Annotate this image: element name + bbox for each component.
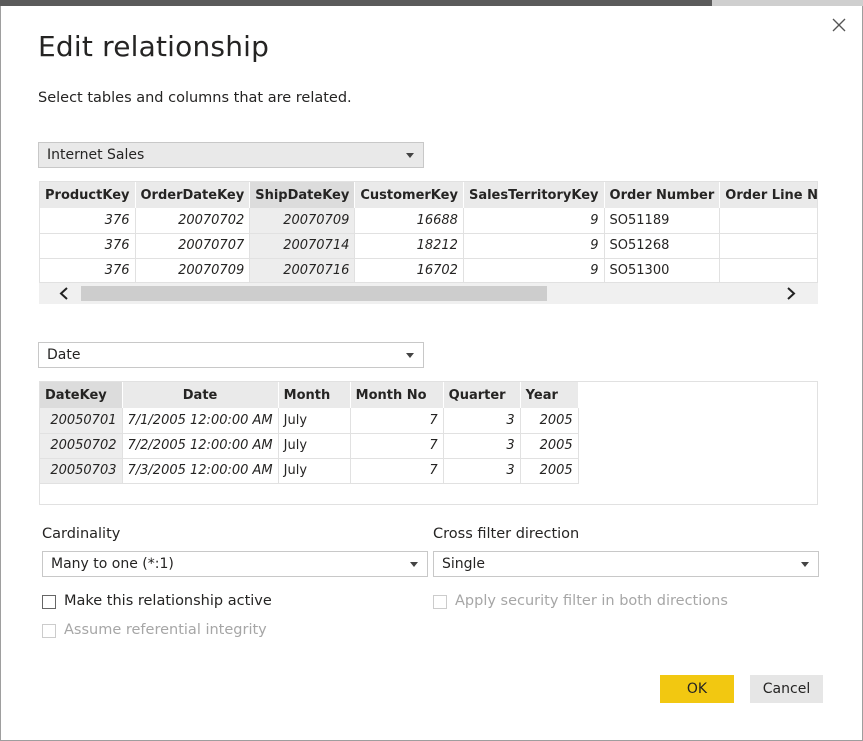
table-cell: 2005 [520, 458, 579, 484]
table-cell: 376 [40, 208, 136, 234]
table-cell: 16702 [354, 258, 464, 282]
table1-selector-value: Internet Sales [47, 147, 145, 163]
table-row: 20050702 7/2/2005 12:00:00 AM July 7 3 2… [40, 433, 579, 459]
table-cell: 376 [40, 233, 136, 259]
table-cell: July [278, 408, 351, 434]
table-cell: 20070702 [135, 208, 251, 234]
ok-button[interactable]: OK [660, 675, 734, 703]
table2-selector-value: Date [47, 347, 81, 363]
table-cell: 20050703 [40, 458, 123, 484]
table-cell: 20070714 [249, 233, 356, 259]
table1-header-row: ProductKey OrderDateKey ShipDateKey Cust… [40, 182, 817, 208]
table-row: 376 20070707 20070714 18212 9 SO51268 [40, 233, 817, 259]
chevron-left-icon [59, 287, 68, 300]
cardinality-label: Cardinality [42, 526, 121, 542]
table-cell [719, 258, 817, 282]
table-cell: 7/3/2005 12:00:00 AM [122, 458, 279, 484]
table-row: 20050703 7/3/2005 12:00:00 AM July 7 3 2… [40, 458, 579, 484]
close-button[interactable] [826, 12, 852, 38]
table-cell: 18212 [354, 233, 464, 259]
table-row: 376 20070702 20070709 16688 9 SO51189 [40, 208, 817, 234]
table-cell: 376 [40, 258, 136, 282]
column-header[interactable]: Date [122, 382, 279, 408]
table-cell [719, 233, 817, 259]
table2-selector[interactable]: Date [38, 342, 424, 368]
chevron-down-icon [406, 353, 414, 358]
checkbox-box [433, 595, 447, 609]
table-cell: July [278, 458, 351, 484]
make-active-label: Make this relationship active [64, 593, 272, 609]
cross-filter-label: Cross filter direction [433, 526, 580, 542]
table-cell: 20070709 [135, 258, 251, 282]
table-cell: 7/1/2005 12:00:00 AM [122, 408, 279, 434]
dialog-subtitle: Select tables and columns that are relat… [38, 90, 352, 106]
table-cell: 7 [350, 433, 444, 459]
table2-preview: DateKey Date Month Month No Quarter Year… [39, 381, 818, 505]
table-row: 376 20070709 20070716 16702 9 SO51300 [40, 258, 817, 282]
table1-selector[interactable]: Internet Sales [38, 142, 424, 168]
scrollbar-thumb[interactable] [81, 286, 547, 301]
checkbox-box [42, 624, 56, 638]
table-cell: 16688 [354, 208, 464, 234]
column-header[interactable]: OrderDateKey [135, 182, 251, 208]
table-cell: 7 [350, 408, 444, 434]
cardinality-value: Many to one (*:1) [51, 556, 174, 572]
chevron-down-icon [410, 562, 418, 567]
cancel-button[interactable]: Cancel [750, 675, 823, 703]
table-cell: 20070707 [135, 233, 251, 259]
table-cell: 20050701 [40, 408, 123, 434]
table-cell: 20070709 [249, 208, 356, 234]
column-header[interactable]: Order Line Nu [719, 182, 817, 208]
table-cell: 2005 [520, 408, 579, 434]
close-icon [832, 18, 846, 32]
column-header-selected[interactable]: DateKey [40, 382, 123, 408]
table-cell: 9 [463, 258, 605, 282]
security-filter-checkbox: Apply security filter in both directions [433, 593, 733, 612]
scroll-left-button[interactable] [57, 286, 73, 301]
chevron-down-icon [801, 562, 809, 567]
horizontal-scrollbar[interactable] [39, 283, 818, 304]
dialog-title: Edit relationship [38, 30, 270, 63]
table-cell: SO51268 [604, 233, 721, 259]
table-row: 20050701 7/1/2005 12:00:00 AM July 7 3 2… [40, 408, 579, 434]
cross-filter-value: Single [442, 556, 486, 572]
table-cell: July [278, 433, 351, 459]
security-filter-label: Apply security filter in both directions [455, 593, 728, 609]
column-header[interactable]: Order Number [604, 182, 721, 208]
table-cell: 2005 [520, 433, 579, 459]
column-header-selected[interactable]: ShipDateKey [249, 182, 356, 208]
cross-filter-dropdown[interactable]: Single [433, 551, 819, 577]
table1-grid: ProductKey OrderDateKey ShipDateKey Cust… [40, 182, 817, 282]
make-active-checkbox[interactable]: Make this relationship active [42, 593, 302, 612]
table-cell: 7 [350, 458, 444, 484]
table-cell: 3 [443, 433, 521, 459]
table-cell: 3 [443, 408, 521, 434]
column-header[interactable]: CustomerKey [354, 182, 464, 208]
table-cell: 9 [463, 208, 605, 234]
column-header[interactable]: Year [520, 382, 579, 408]
column-header[interactable]: ProductKey [40, 182, 136, 208]
table-cell: 7/2/2005 12:00:00 AM [122, 433, 279, 459]
table-cell: 20050702 [40, 433, 123, 459]
column-header[interactable]: SalesTerritoryKey [463, 182, 605, 208]
scroll-right-button[interactable] [782, 286, 798, 301]
chevron-down-icon [406, 153, 414, 158]
table-cell: SO51300 [604, 258, 721, 282]
column-header[interactable]: Month [278, 382, 351, 408]
column-header[interactable]: Month No [350, 382, 444, 408]
referential-integrity-checkbox: Assume referential integrity [42, 622, 302, 641]
checkbox-box[interactable] [42, 595, 56, 609]
column-header[interactable]: Quarter [443, 382, 521, 408]
cardinality-dropdown[interactable]: Many to one (*:1) [42, 551, 428, 577]
table-cell: 9 [463, 233, 605, 259]
chevron-right-icon [787, 287, 796, 300]
table2-header-row: DateKey Date Month Month No Quarter Year [40, 382, 579, 408]
table2-grid: DateKey Date Month Month No Quarter Year… [40, 382, 579, 484]
table-cell [719, 208, 817, 234]
table-cell: SO51189 [604, 208, 721, 234]
table-cell: 3 [443, 458, 521, 484]
table-cell: 20070716 [249, 258, 356, 282]
table1-preview: ProductKey OrderDateKey ShipDateKey Cust… [39, 181, 818, 283]
referential-integrity-label: Assume referential integrity [64, 622, 267, 638]
